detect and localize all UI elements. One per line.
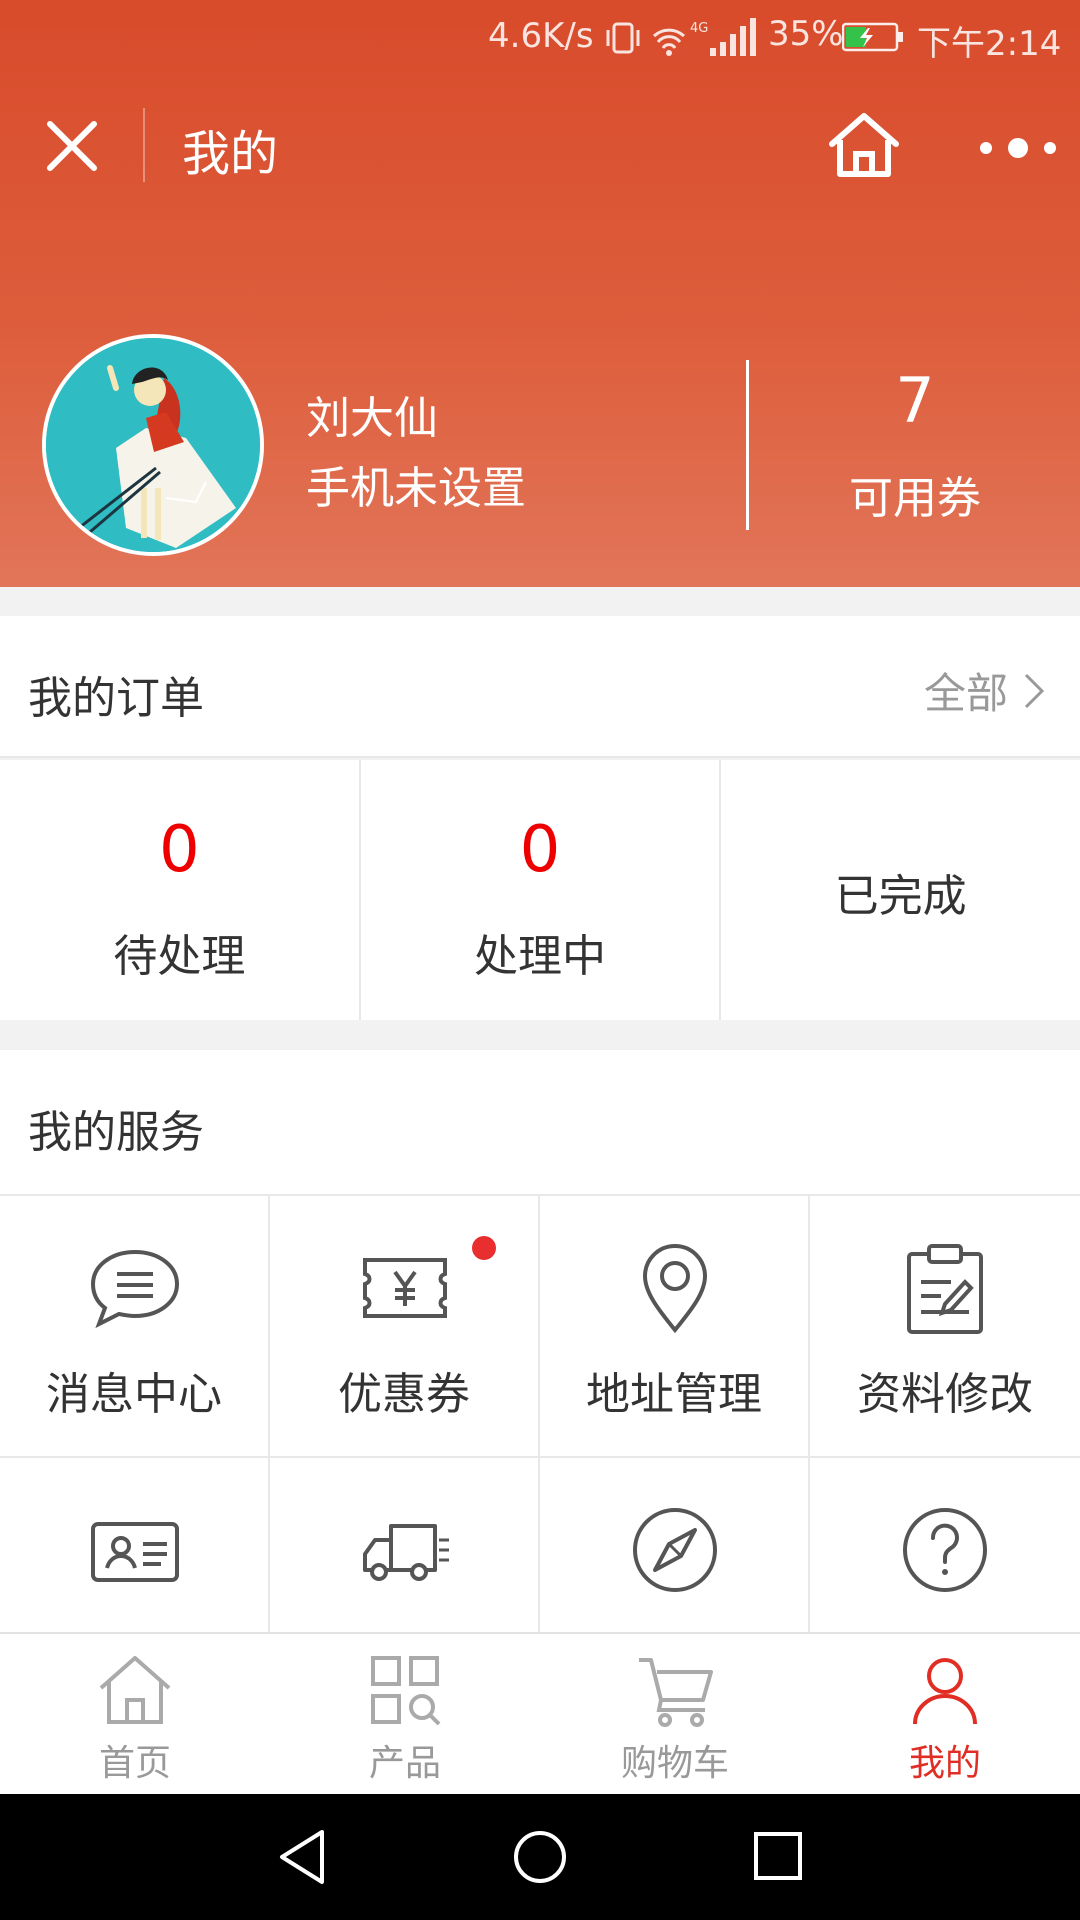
services-title: 我的服务 — [28, 1107, 204, 1158]
processing-label: 处理中 — [474, 931, 606, 982]
message-icon — [90, 1249, 180, 1329]
more-options-icon[interactable] — [972, 128, 1068, 168]
avatar-illustration — [46, 338, 260, 552]
tab-label: 产品 — [368, 1743, 441, 1784]
profile-summary: 刘大仙 手机未设置 7 可用券 — [0, 330, 1080, 560]
service-label: 资料修改 — [857, 1369, 1033, 1420]
page-title: 我的 — [182, 126, 279, 182]
tab-label: 我的 — [908, 1743, 981, 1784]
phone-screen: 4.6K/s 4G 35% 下午2:14 我的 刘大仙 手机未设置 7 可用券 … — [0, 0, 1080, 1920]
system-nav-bar — [0, 1794, 1080, 1920]
view-all-label: 全部 — [923, 669, 1008, 718]
clipboard-edit-icon — [907, 1244, 983, 1334]
recent-apps-icon[interactable] — [746, 1824, 812, 1890]
chevron-right-icon — [1024, 673, 1045, 708]
nav-divider — [143, 108, 145, 182]
tab-label: 购物车 — [620, 1743, 729, 1784]
service-coupons[interactable]: 优惠券 — [270, 1196, 540, 1456]
tab-cart[interactable]: 购物车 — [540, 1634, 810, 1794]
service-address[interactable]: 地址管理 — [540, 1196, 810, 1456]
available-coupons[interactable]: 7 可用券 — [815, 370, 1015, 526]
pending-label: 待处理 — [113, 931, 246, 982]
home-icon[interactable] — [826, 110, 902, 180]
profile-divider — [746, 360, 749, 530]
user-phone: 手机未设置 — [306, 463, 526, 514]
tab-label: 首页 — [98, 1743, 171, 1784]
processing-count: 0 — [519, 813, 561, 887]
order-processing[interactable]: 0 处理中 — [361, 760, 722, 1020]
service-profile-edit[interactable]: 资料修改 — [810, 1196, 1080, 1456]
user-icon — [913, 1658, 977, 1725]
compass-icon — [633, 1508, 717, 1592]
signal-icons: 4G — [606, 18, 756, 56]
coupon-label: 可用券 — [849, 473, 981, 524]
home-circle-icon[interactable] — [507, 1824, 573, 1890]
bottom-tab-bar: 首页 产品 购物车 我的 — [0, 1632, 1080, 1794]
service-message-center[interactable]: 消息中心 — [0, 1196, 270, 1456]
pending-count: 0 — [158, 813, 200, 887]
order-completed[interactable]: 已完成 — [721, 760, 1080, 1020]
view-all-orders-link[interactable]: 全部 — [924, 660, 1046, 721]
avatar[interactable] — [42, 334, 264, 556]
order-pending[interactable]: 0 待处理 — [0, 760, 361, 1020]
service-label: 地址管理 — [586, 1369, 762, 1420]
home-icon — [99, 1656, 171, 1724]
service-label: 消息中心 — [46, 1369, 222, 1420]
orders-title: 我的订单 — [28, 673, 204, 724]
close-icon[interactable] — [40, 114, 104, 178]
completed-label: 已完成 — [834, 871, 967, 922]
services-row-1: 消息中心 优惠券 地址管理 资料修改 — [0, 1196, 1080, 1458]
cart-icon — [639, 1658, 713, 1727]
coupon-icon — [363, 1258, 447, 1318]
network-speed: 4.6K/s — [488, 16, 594, 56]
status-clock: 下午2:14 — [917, 24, 1062, 64]
status-bar: 4.6K/s 4G 35% 下午2:14 — [0, 0, 1080, 76]
profile-header: 4.6K/s 4G 35% 下午2:14 我的 刘大仙 手机未设置 7 可用券 — [0, 0, 1080, 587]
order-status-row: 0 待处理 0 处理中 已完成 — [0, 760, 1080, 1020]
orders-header: 我的订单 全部 — [0, 616, 1080, 758]
user-name: 刘大仙 — [306, 393, 438, 444]
svg-text:4G: 4G — [690, 21, 708, 36]
tab-mine[interactable]: 我的 — [810, 1634, 1080, 1794]
coupon-count: 7 — [895, 364, 935, 437]
service-label: 优惠券 — [338, 1369, 470, 1420]
tab-products[interactable]: 产品 — [270, 1634, 540, 1794]
id-card-icon — [91, 1522, 179, 1582]
delivery-truck-icon — [363, 1524, 449, 1581]
top-nav-bar: 我的 — [0, 76, 1080, 216]
battery-percent: 35% — [768, 14, 844, 54]
product-grid-icon — [371, 1656, 441, 1726]
coupon-badge — [472, 1236, 496, 1260]
services-header: 我的服务 — [0, 1050, 1080, 1196]
location-icon — [642, 1244, 708, 1334]
battery-icon — [842, 22, 903, 52]
help-icon — [903, 1508, 987, 1592]
back-icon[interactable] — [270, 1824, 336, 1890]
tab-home[interactable]: 首页 — [0, 1634, 270, 1794]
